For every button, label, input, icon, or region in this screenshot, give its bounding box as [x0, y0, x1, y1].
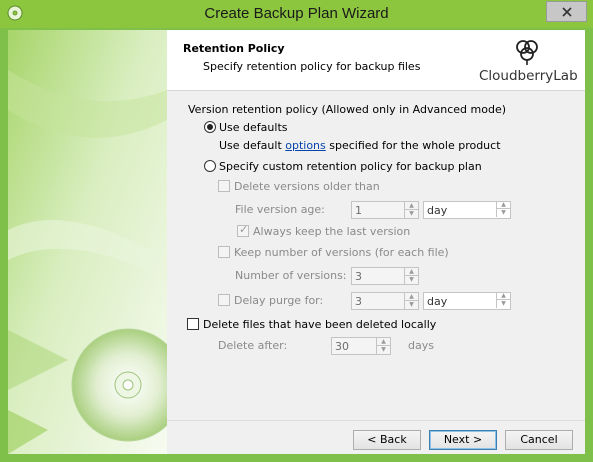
title-bar[interactable]: Create Backup Plan Wizard: [0, 0, 593, 28]
wizard-window: Create Backup Plan Wizard Retention Poli…: [0, 0, 593, 462]
defaults-note-suffix: specified for the whole product: [325, 139, 501, 152]
delete-older-checkbox[interactable]: [218, 180, 230, 192]
delay-purge-label: Delay purge for:: [234, 294, 324, 307]
window-title: Create Backup Plan Wizard: [204, 5, 389, 22]
use-defaults-label[interactable]: Use defaults: [219, 121, 287, 134]
spinner-arrows-icon[interactable]: ▲ ▼: [404, 268, 418, 284]
wizard-footer: < Back Next > Cancel: [167, 420, 585, 454]
close-icon: [562, 7, 572, 17]
page-title: Retention Policy: [183, 42, 285, 55]
keep-number-checkbox[interactable]: [218, 246, 230, 258]
number-of-versions-label: Number of versions:: [235, 269, 347, 282]
spinner-arrows-icon[interactable]: ▲ ▼: [404, 202, 418, 218]
delete-deleted-files-checkbox[interactable]: [187, 318, 199, 330]
delete-after-stepper[interactable]: 30 ▲ ▼: [331, 337, 391, 355]
delay-purge-unit: day: [427, 295, 448, 308]
file-version-age-unit: day: [427, 204, 448, 217]
number-of-versions-value: 3: [355, 270, 362, 283]
always-keep-checkbox[interactable]: [237, 223, 249, 237]
delay-purge-checkbox[interactable]: [218, 294, 230, 306]
file-version-age-value: 1: [355, 204, 362, 217]
options-link[interactable]: options: [285, 139, 326, 152]
use-defaults-radio[interactable]: [204, 121, 216, 133]
company-logo: CloudberryLab: [479, 34, 578, 86]
back-button[interactable]: < Back: [353, 430, 421, 450]
spinner-arrows-icon[interactable]: ▲ ▼: [404, 293, 418, 309]
number-of-versions-stepper[interactable]: 3 ▲ ▼: [351, 267, 419, 285]
cloudberry-logo-icon: [516, 40, 538, 65]
custom-policy-radio[interactable]: [204, 160, 216, 172]
delay-purge-value: 3: [355, 295, 362, 308]
defaults-note-prefix: Use default: [219, 139, 286, 152]
file-version-age-stepper[interactable]: 1 ▲ ▼: [351, 201, 419, 219]
delete-after-label: Delete after:: [218, 339, 288, 352]
retention-content: Version retention policy (Allowed only i…: [167, 91, 585, 454]
wizard-body: Retention Policy Specify retention polic…: [8, 30, 585, 454]
delete-older-label: Delete versions older than: [234, 180, 380, 193]
dropdown-arrows-icon[interactable]: ▲ ▼: [496, 292, 510, 308]
retention-group-label: Version retention policy (Allowed only i…: [188, 103, 507, 116]
delete-deleted-files-label[interactable]: Delete files that have been deleted loca…: [203, 318, 436, 331]
dropdown-arrows-icon[interactable]: ▲ ▼: [496, 201, 510, 217]
spinner-arrows-icon[interactable]: ▲ ▼: [376, 338, 390, 354]
always-keep-label: Always keep the last version: [253, 225, 411, 238]
keep-number-label: Keep number of versions (for each file): [234, 246, 449, 259]
defaults-note: Use default options specified for the wh…: [219, 139, 501, 152]
next-button[interactable]: Next >: [429, 430, 497, 450]
delay-purge-stepper[interactable]: 3 ▲ ▼: [351, 292, 419, 310]
cancel-button[interactable]: Cancel: [505, 430, 573, 450]
page-subtitle: Specify retention policy for backup file…: [203, 60, 421, 73]
delay-purge-unit-select[interactable]: day ▲ ▼: [423, 292, 511, 310]
delete-after-value: 30: [335, 340, 349, 353]
delete-after-unit: days: [408, 339, 434, 352]
wizard-header: Retention Policy Specify retention polic…: [167, 30, 585, 91]
file-version-age-unit-select[interactable]: day ▲ ▼: [423, 201, 511, 219]
logo-text: CloudberryLab: [479, 68, 578, 84]
cd-banner-art: [8, 30, 167, 454]
side-banner-image: [8, 30, 167, 454]
file-version-age-label: File version age:: [235, 203, 325, 216]
custom-policy-label[interactable]: Specify custom retention policy for back…: [219, 160, 482, 173]
close-button[interactable]: [546, 1, 587, 22]
